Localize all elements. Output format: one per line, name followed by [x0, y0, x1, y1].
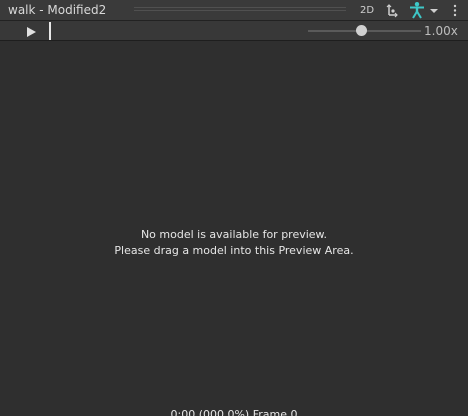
chevron-down-icon [430, 9, 438, 13]
playback-toolbar: 1.00x [0, 21, 468, 41]
title-bar[interactable]: walk - Modified2 2D [0, 0, 468, 21]
frame-info: 0:00 (000.0%) Frame 0 [170, 408, 298, 416]
speed-value: 1.00x [424, 24, 458, 38]
pivot-icon [386, 4, 398, 18]
avatar-button[interactable] [408, 1, 426, 19]
play-button[interactable] [24, 24, 38, 38]
preview-message-line2: Please drag a model into this Preview Ar… [114, 244, 354, 257]
avatar-icon [410, 2, 424, 19]
avatar-dropdown-button[interactable] [427, 3, 441, 18]
play-icon [27, 27, 36, 37]
preview-message-line1: No model is available for preview. [140, 228, 328, 241]
more-menu-button[interactable] [448, 2, 462, 19]
speed-slider-thumb[interactable] [356, 25, 367, 36]
2d-toggle-button[interactable]: 2D [356, 2, 378, 19]
window-title: walk - Modified2 [8, 3, 107, 17]
pivot-button[interactable] [384, 2, 402, 19]
timeline-scrubber[interactable] [49, 22, 51, 40]
animation-preview-panel: walk - Modified2 2D 1.00x No model is av… [0, 0, 468, 416]
kebab-menu-icon [453, 4, 457, 17]
drag-grip[interactable] [134, 7, 346, 13]
preview-area[interactable]: No model is available for preview. Pleas… [0, 41, 468, 416]
